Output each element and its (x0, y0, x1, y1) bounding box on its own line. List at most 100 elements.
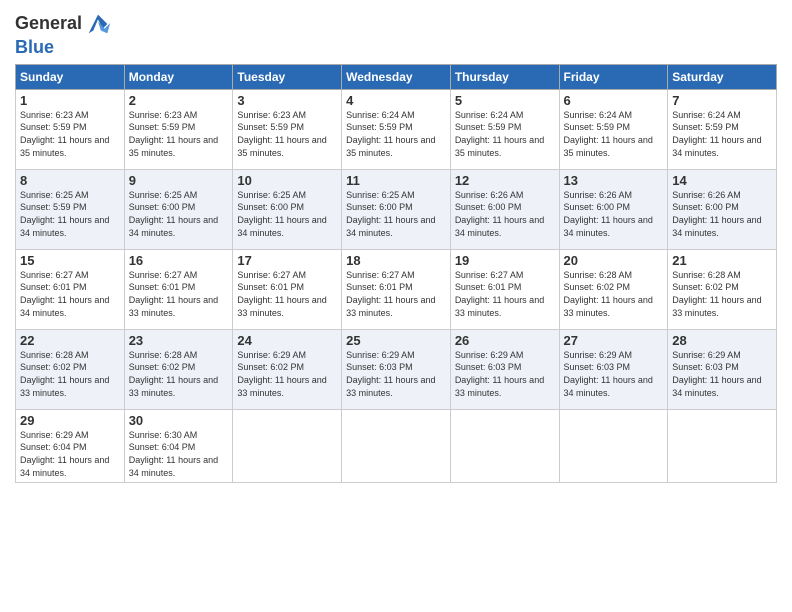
day-number: 1 (20, 93, 120, 108)
cell-info: Sunrise: 6:27 AMSunset: 6:01 PMDaylight:… (129, 269, 229, 319)
cell-info: Sunrise: 6:28 AMSunset: 6:02 PMDaylight:… (672, 269, 772, 319)
day-number: 24 (237, 333, 337, 348)
day-number: 12 (455, 173, 555, 188)
cell-info: Sunrise: 6:29 AMSunset: 6:03 PMDaylight:… (672, 349, 772, 399)
calendar-cell: 29Sunrise: 6:29 AMSunset: 6:04 PMDayligh… (16, 409, 125, 482)
cell-info: Sunrise: 6:28 AMSunset: 6:02 PMDaylight:… (129, 349, 229, 399)
cell-info: Sunrise: 6:27 AMSunset: 6:01 PMDaylight:… (237, 269, 337, 319)
page: General Blue SundayMondayTuesdayWednesda… (0, 0, 792, 612)
calendar-cell: 24Sunrise: 6:29 AMSunset: 6:02 PMDayligh… (233, 329, 342, 409)
day-number: 22 (20, 333, 120, 348)
cell-info: Sunrise: 6:29 AMSunset: 6:03 PMDaylight:… (455, 349, 555, 399)
cell-info: Sunrise: 6:25 AMSunset: 6:00 PMDaylight:… (237, 189, 337, 239)
calendar-cell: 3Sunrise: 6:23 AMSunset: 5:59 PMDaylight… (233, 89, 342, 169)
day-number: 23 (129, 333, 229, 348)
calendar-cell: 5Sunrise: 6:24 AMSunset: 5:59 PMDaylight… (450, 89, 559, 169)
calendar-cell (559, 409, 668, 482)
calendar-cell: 21Sunrise: 6:28 AMSunset: 6:02 PMDayligh… (668, 249, 777, 329)
calendar-cell: 2Sunrise: 6:23 AMSunset: 5:59 PMDaylight… (124, 89, 233, 169)
cell-info: Sunrise: 6:27 AMSunset: 6:01 PMDaylight:… (455, 269, 555, 319)
col-header-saturday: Saturday (668, 64, 777, 89)
calendar-cell: 16Sunrise: 6:27 AMSunset: 6:01 PMDayligh… (124, 249, 233, 329)
cell-info: Sunrise: 6:28 AMSunset: 6:02 PMDaylight:… (564, 269, 664, 319)
cell-info: Sunrise: 6:29 AMSunset: 6:03 PMDaylight:… (564, 349, 664, 399)
calendar-cell: 18Sunrise: 6:27 AMSunset: 6:01 PMDayligh… (342, 249, 451, 329)
day-number: 13 (564, 173, 664, 188)
week-row: 29Sunrise: 6:29 AMSunset: 6:04 PMDayligh… (16, 409, 777, 482)
calendar-table: SundayMondayTuesdayWednesdayThursdayFrid… (15, 64, 777, 483)
cell-info: Sunrise: 6:29 AMSunset: 6:02 PMDaylight:… (237, 349, 337, 399)
day-number: 16 (129, 253, 229, 268)
cell-info: Sunrise: 6:28 AMSunset: 6:02 PMDaylight:… (20, 349, 120, 399)
calendar-cell: 4Sunrise: 6:24 AMSunset: 5:59 PMDaylight… (342, 89, 451, 169)
calendar-cell (450, 409, 559, 482)
day-number: 18 (346, 253, 446, 268)
day-number: 27 (564, 333, 664, 348)
calendar-cell: 19Sunrise: 6:27 AMSunset: 6:01 PMDayligh… (450, 249, 559, 329)
col-header-sunday: Sunday (16, 64, 125, 89)
cell-info: Sunrise: 6:30 AMSunset: 6:04 PMDaylight:… (129, 429, 229, 479)
cell-info: Sunrise: 6:27 AMSunset: 6:01 PMDaylight:… (20, 269, 120, 319)
day-number: 25 (346, 333, 446, 348)
calendar-cell: 9Sunrise: 6:25 AMSunset: 6:00 PMDaylight… (124, 169, 233, 249)
calendar-cell: 22Sunrise: 6:28 AMSunset: 6:02 PMDayligh… (16, 329, 125, 409)
day-number: 14 (672, 173, 772, 188)
week-row: 8Sunrise: 6:25 AMSunset: 5:59 PMDaylight… (16, 169, 777, 249)
day-number: 3 (237, 93, 337, 108)
calendar-cell: 26Sunrise: 6:29 AMSunset: 6:03 PMDayligh… (450, 329, 559, 409)
cell-info: Sunrise: 6:26 AMSunset: 6:00 PMDaylight:… (672, 189, 772, 239)
day-number: 7 (672, 93, 772, 108)
day-number: 28 (672, 333, 772, 348)
logo-icon (84, 10, 112, 38)
calendar-cell: 1Sunrise: 6:23 AMSunset: 5:59 PMDaylight… (16, 89, 125, 169)
calendar-cell (233, 409, 342, 482)
calendar-cell: 17Sunrise: 6:27 AMSunset: 6:01 PMDayligh… (233, 249, 342, 329)
day-number: 9 (129, 173, 229, 188)
week-row: 22Sunrise: 6:28 AMSunset: 6:02 PMDayligh… (16, 329, 777, 409)
calendar-cell: 30Sunrise: 6:30 AMSunset: 6:04 PMDayligh… (124, 409, 233, 482)
day-number: 5 (455, 93, 555, 108)
cell-info: Sunrise: 6:26 AMSunset: 6:00 PMDaylight:… (564, 189, 664, 239)
calendar-cell: 15Sunrise: 6:27 AMSunset: 6:01 PMDayligh… (16, 249, 125, 329)
calendar-cell: 8Sunrise: 6:25 AMSunset: 5:59 PMDaylight… (16, 169, 125, 249)
calendar-cell (668, 409, 777, 482)
logo-text-blue: Blue (15, 38, 54, 58)
cell-info: Sunrise: 6:25 AMSunset: 5:59 PMDaylight:… (20, 189, 120, 239)
calendar-cell: 20Sunrise: 6:28 AMSunset: 6:02 PMDayligh… (559, 249, 668, 329)
cell-info: Sunrise: 6:29 AMSunset: 6:04 PMDaylight:… (20, 429, 120, 479)
cell-info: Sunrise: 6:24 AMSunset: 5:59 PMDaylight:… (564, 109, 664, 159)
cell-info: Sunrise: 6:23 AMSunset: 5:59 PMDaylight:… (20, 109, 120, 159)
calendar-cell: 23Sunrise: 6:28 AMSunset: 6:02 PMDayligh… (124, 329, 233, 409)
col-header-wednesday: Wednesday (342, 64, 451, 89)
cell-info: Sunrise: 6:24 AMSunset: 5:59 PMDaylight:… (455, 109, 555, 159)
calendar-cell: 27Sunrise: 6:29 AMSunset: 6:03 PMDayligh… (559, 329, 668, 409)
logo-text-general: General (15, 14, 82, 34)
col-header-monday: Monday (124, 64, 233, 89)
day-number: 8 (20, 173, 120, 188)
calendar-cell: 7Sunrise: 6:24 AMSunset: 5:59 PMDaylight… (668, 89, 777, 169)
day-number: 17 (237, 253, 337, 268)
week-row: 1Sunrise: 6:23 AMSunset: 5:59 PMDaylight… (16, 89, 777, 169)
header-row: SundayMondayTuesdayWednesdayThursdayFrid… (16, 64, 777, 89)
day-number: 2 (129, 93, 229, 108)
cell-info: Sunrise: 6:27 AMSunset: 6:01 PMDaylight:… (346, 269, 446, 319)
cell-info: Sunrise: 6:23 AMSunset: 5:59 PMDaylight:… (237, 109, 337, 159)
day-number: 11 (346, 173, 446, 188)
day-number: 15 (20, 253, 120, 268)
calendar-cell: 11Sunrise: 6:25 AMSunset: 6:00 PMDayligh… (342, 169, 451, 249)
day-number: 30 (129, 413, 229, 428)
col-header-friday: Friday (559, 64, 668, 89)
col-header-thursday: Thursday (450, 64, 559, 89)
cell-info: Sunrise: 6:23 AMSunset: 5:59 PMDaylight:… (129, 109, 229, 159)
cell-info: Sunrise: 6:26 AMSunset: 6:00 PMDaylight:… (455, 189, 555, 239)
day-number: 6 (564, 93, 664, 108)
cell-info: Sunrise: 6:24 AMSunset: 5:59 PMDaylight:… (346, 109, 446, 159)
day-number: 26 (455, 333, 555, 348)
cell-info: Sunrise: 6:25 AMSunset: 6:00 PMDaylight:… (129, 189, 229, 239)
day-number: 10 (237, 173, 337, 188)
day-number: 21 (672, 253, 772, 268)
calendar-cell: 13Sunrise: 6:26 AMSunset: 6:00 PMDayligh… (559, 169, 668, 249)
day-number: 29 (20, 413, 120, 428)
calendar-cell: 12Sunrise: 6:26 AMSunset: 6:00 PMDayligh… (450, 169, 559, 249)
logo: General Blue (15, 10, 112, 58)
